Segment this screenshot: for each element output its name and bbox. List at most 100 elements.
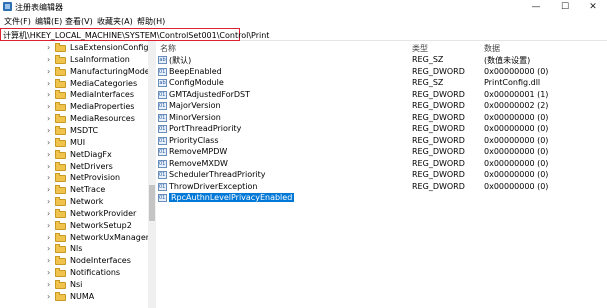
expand-chevron-icon[interactable]: ›	[47, 292, 50, 301]
column-header-name[interactable]: 名称	[160, 43, 176, 54]
expand-chevron-icon[interactable]: ›	[47, 79, 50, 88]
value-data: 0x00000002 (2)	[484, 101, 549, 110]
value-row[interactable]: 011ThrowDriverException REG_DWORD 0x000000…	[156, 182, 607, 193]
value-row[interactable]: 011RemoveMXDW REG_DWORD 0x00000000 (0)	[156, 159, 607, 170]
address-path[interactable]: 计算机\HKEY_LOCAL_MACHINE\SYSTEM\ControlSet…	[3, 30, 269, 41]
tree-item-label: MediaCategories	[70, 78, 138, 88]
value-row[interactable]: 011BeepEnabled REG_DWORD 0x00000000 (0)	[156, 67, 607, 78]
value-row[interactable]: ab (默认) REG_SZ (数值未设置)	[156, 55, 607, 66]
expand-chevron-icon[interactable]: ›	[47, 67, 50, 76]
folder-icon	[55, 268, 66, 278]
tree-item[interactable]: › NetDrivers	[47, 161, 148, 173]
expand-chevron-icon[interactable]: ›	[47, 102, 50, 111]
tree-item-label: LsaExtensionConfig	[70, 43, 149, 52]
close-button[interactable]: ✕	[580, 0, 606, 14]
value-row[interactable]: 011MajorVersion REG_DWORD 0x00000002 (2)	[156, 101, 607, 112]
tree-item-label: ManufacturingMode	[70, 66, 149, 76]
value-name[interactable]: RpcAuthnLevelPrivacyEnabled	[169, 193, 295, 202]
value-row[interactable]: 011SchedulerThreadPriority REG_DWORD 0x000…	[156, 170, 607, 181]
tree-item[interactable]: › NetworkProvider	[47, 208, 148, 220]
value-name[interactable]: PortThreadPriority	[169, 124, 241, 133]
tree-item[interactable]: › MediaInterfaces	[47, 90, 148, 101]
tree-item[interactable]: › ManufacturingMode	[47, 66, 149, 78]
tree-scrollbar-thumb[interactable]	[149, 185, 155, 221]
value-type: REG_DWORD	[412, 158, 465, 168]
tree-item[interactable]: › Notifications	[47, 268, 148, 279]
tree-scrollbar[interactable]	[148, 41, 156, 308]
value-row[interactable]: 011PortThreadPriority REG_DWORD 0x00000000…	[156, 124, 607, 135]
dword-value-icon: 011	[158, 194, 167, 202]
address-bar[interactable]: 计算机\HKEY_LOCAL_MACHINE\SYSTEM\ControlSet…	[0, 28, 269, 41]
value-data: 0x00000000 (0)	[484, 135, 549, 145]
tree-item[interactable]: › NetProvision	[47, 173, 148, 184]
tree-item[interactable]: › LsaInformation	[47, 54, 148, 66]
column-header-data[interactable]: 数据	[484, 43, 500, 54]
expand-chevron-icon[interactable]: ›	[47, 114, 50, 123]
value-name[interactable]: RemoveMPDW	[169, 147, 227, 156]
maximize-button[interactable]: ☐	[552, 0, 578, 14]
expand-chevron-icon[interactable]: ›	[47, 209, 50, 218]
tree-item[interactable]: › NUMA	[47, 291, 148, 303]
expand-chevron-icon[interactable]: ›	[47, 90, 50, 99]
menu-help[interactable]: 帮助(H)	[137, 16, 165, 27]
expand-chevron-icon[interactable]: ›	[47, 221, 50, 230]
value-row[interactable]: 011GMTAdjustedForDST REG_DWORD 0x00000001 …	[156, 90, 607, 101]
expand-chevron-icon[interactable]: ›	[47, 150, 50, 159]
tree-item[interactable]: › MediaCategories	[47, 78, 148, 90]
expand-chevron-icon[interactable]: ›	[47, 185, 50, 194]
expand-chevron-icon[interactable]: ›	[47, 268, 50, 277]
menu-favorites[interactable]: 收藏夹(A)	[97, 16, 133, 27]
value-row[interactable]: 011MinorVersion REG_DWORD 0x00000000 (0)	[156, 113, 607, 124]
value-name[interactable]: GMTAdjustedForDST	[169, 90, 250, 99]
menu-edit[interactable]: 编辑(E)	[35, 16, 62, 27]
expand-chevron-icon[interactable]: ›	[47, 256, 50, 265]
value-row[interactable]: 011PriorityClass REG_DWORD 0x00000000 (0)	[156, 136, 607, 147]
tree-item[interactable]: › Nls	[47, 244, 148, 255]
expand-chevron-icon[interactable]: ›	[47, 197, 50, 206]
expand-chevron-icon[interactable]: ›	[47, 126, 50, 135]
tree-item[interactable]: › NetDiagFx	[47, 149, 148, 161]
value-data: (数值未设置)	[484, 56, 531, 65]
tree-item[interactable]: › NodeInterfaces	[47, 256, 148, 267]
tree-item[interactable]: › MSDTC	[47, 125, 148, 137]
menu-view[interactable]: 查看(V)	[65, 16, 93, 27]
value-name[interactable]: MajorVersion	[169, 101, 221, 110]
column-header-type[interactable]: 类型	[412, 43, 428, 54]
value-row[interactable]: 011RemoveMPDW REG_DWORD 0x00000000 (0)	[156, 147, 607, 158]
value-row[interactable]: ab ConfigModule REG_SZ PrintConfig.dll	[156, 78, 607, 89]
expand-chevron-icon[interactable]: ›	[47, 55, 50, 64]
value-name[interactable]: ThrowDriverException	[169, 182, 258, 191]
expand-chevron-icon[interactable]: ›	[47, 138, 50, 147]
expand-chevron-icon[interactable]: ›	[47, 173, 50, 182]
values-list[interactable]: 名称 类型 数据 ab(默认)REG_SZ(数值未设置)011BeepEnabl…	[156, 41, 607, 308]
value-row[interactable]: 011RpcAuthnLevelPrivacyEnabled	[156, 193, 607, 204]
value-name[interactable]: BeepEnabled	[169, 67, 222, 76]
value-type: REG_DWORD	[412, 89, 465, 99]
value-name[interactable]: ConfigModule	[169, 78, 224, 87]
expand-chevron-icon[interactable]: ›	[47, 162, 50, 171]
tree-item[interactable]: › Nsi	[47, 280, 148, 291]
value-name[interactable]: RemoveMXDW	[169, 159, 228, 168]
tree-item[interactable]: › MediaProperties	[47, 102, 148, 113]
value-name[interactable]: PriorityClass	[169, 136, 219, 145]
expand-chevron-icon[interactable]: ›	[47, 43, 50, 52]
dword-value-icon: 011	[158, 125, 167, 133]
menu-bar: 文件(F) 编辑(E) 查看(V) 收藏夹(A) 帮助(H)	[0, 14, 607, 28]
minimize-button[interactable]: —	[523, 0, 549, 14]
expand-chevron-icon[interactable]: ›	[47, 280, 50, 289]
tree-item[interactable]: › MUI	[47, 137, 148, 149]
value-name[interactable]: (默认)	[169, 55, 191, 66]
tree-item[interactable]: › NetworkSetup2	[47, 220, 148, 232]
tree-item[interactable]: › NetTrace	[47, 185, 148, 196]
value-name[interactable]: SchedulerThreadPriority	[169, 170, 266, 179]
tree-item[interactable]: › Network	[47, 197, 148, 208]
expand-chevron-icon[interactable]: ›	[47, 244, 50, 253]
menu-file[interactable]: 文件(F)	[4, 16, 31, 27]
tree-item[interactable]: › MediaResources	[47, 114, 148, 125]
expand-chevron-icon[interactable]: ›	[47, 233, 50, 242]
tree-item[interactable]: › LsaExtensionConfig	[47, 43, 149, 54]
tree-item[interactable]: › NetworkUxManager	[47, 232, 148, 244]
dword-value-icon: 011	[158, 182, 167, 191]
key-tree[interactable]: › LsaExtensionConfig › LsaInformation › Manuf…	[0, 41, 149, 308]
value-name[interactable]: MinorVersion	[169, 113, 221, 122]
